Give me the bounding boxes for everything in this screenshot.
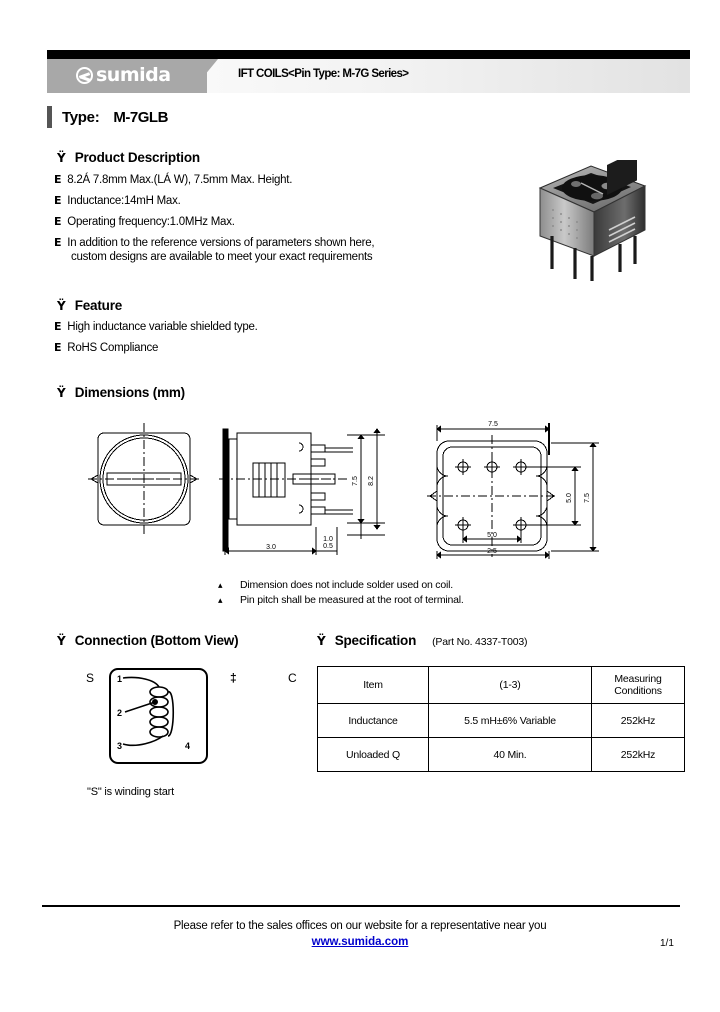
- type-tick-marker: [47, 106, 52, 128]
- dimensions-title: Dimensions (mm): [74, 385, 185, 400]
- specification-heading: Ÿ Specification (Part No. 4337-T003): [317, 633, 528, 648]
- list-item-text: High inductance variable shielded type.: [67, 321, 258, 333]
- column-header-conditions-line2: Conditions: [614, 685, 662, 697]
- list-item: E High inductance variable shielded type…: [54, 320, 454, 334]
- footer-website-link[interactable]: www.sumida.com: [0, 936, 720, 948]
- type-label: Type:: [62, 108, 100, 126]
- sumida-logo-text: sumida: [96, 64, 171, 86]
- list-item-text: Operating frequency:1.0MHz Max.: [67, 216, 235, 228]
- table-row: Unloaded Q 40 Min. 252kHz: [317, 737, 685, 772]
- dim-pin-pitch-x: 5.0: [487, 532, 497, 539]
- type-row: Type: M-7GLB: [47, 105, 168, 129]
- column-header-conditions-line1: Measuring: [614, 673, 662, 685]
- product-description-list: E 8.2Á 7.8mm Max.(LÁ W), 7.5mm Max. Heig…: [54, 173, 484, 265]
- feature-heading: Ÿ Feature: [57, 298, 122, 313]
- product-photo: [523, 150, 660, 282]
- list-item: E 8.2Á 7.8mm Max.(LÁ W), 7.5mm Max. Heig…: [54, 173, 484, 187]
- product-description-title: Product Description: [74, 150, 200, 165]
- column-header-conditions: Measuring Conditions: [591, 666, 685, 704]
- column-header-item: Item: [317, 666, 429, 704]
- banner-title: IFT COILS<Pin Type: M-7G Series>: [238, 68, 409, 80]
- connection-pin-2: 2: [117, 708, 122, 718]
- dim-pin-gap2: 0.5: [323, 543, 333, 550]
- datasheet-page: sumida IFT COILS<Pin Type: M-7G Series> …: [0, 0, 720, 1012]
- list-item: E RoHS Compliance: [54, 341, 454, 355]
- dim-side-depth: 3.0: [266, 544, 276, 551]
- connection-caption: "S" is winding start: [87, 786, 174, 798]
- bullet-square-icon: E: [54, 341, 62, 354]
- dim-pin-pitch-y: 5.0: [566, 493, 573, 503]
- cell-condition: 252kHz: [591, 703, 685, 738]
- dim-bottom-width: 7.5: [488, 421, 498, 428]
- connection-label-c: C: [288, 671, 297, 685]
- note-row: ▴ Dimension does not include solder used…: [218, 578, 464, 593]
- feature-title: Feature: [74, 298, 123, 313]
- table-row: Inductance 5.5 mH±6% Variable 252kHz: [317, 703, 685, 738]
- dim-side-height: 7.5: [352, 476, 359, 486]
- sumida-logo: sumida: [76, 64, 171, 86]
- dim-pin-span-x: 2.5: [487, 548, 497, 555]
- cell-condition: 252kHz: [591, 737, 685, 772]
- list-item-text: 8.2Á 7.8mm Max.(LÁ W), 7.5mm Max. Height…: [67, 174, 293, 186]
- note-text: Dimension does not include solder used o…: [240, 579, 453, 591]
- specification-table: Item (1-3) Measuring Conditions Inductan…: [317, 666, 685, 772]
- bullet-square-icon: E: [54, 236, 62, 249]
- connection-title: Connection (Bottom View): [74, 633, 239, 648]
- note-triangle-icon: ▴: [218, 594, 223, 605]
- connection-pin-1: 1: [117, 674, 122, 684]
- note-row: ▴ Pin pitch shall be measured at the roo…: [218, 593, 464, 608]
- section-marker-icon: Ÿ: [317, 634, 326, 648]
- bullet-square-icon: E: [54, 215, 62, 228]
- table-header-row: Item (1-3) Measuring Conditions: [317, 666, 685, 704]
- column-header-value: (1-3): [428, 666, 592, 704]
- type-value: M-7GLB: [113, 108, 168, 126]
- bullet-square-icon: E: [54, 194, 62, 207]
- cell-value: 40 Min.: [428, 737, 592, 772]
- dim-pin-gap: 1.0: [323, 536, 333, 543]
- list-item-text: RoHS Compliance: [67, 342, 159, 354]
- dimension-notes: ▴ Dimension does not include solder used…: [218, 578, 464, 607]
- dimension-drawings: 3.0 1.0 0.5 7.5 8.2 7.5 5.0 7.5 5.0 2.5: [85, 415, 630, 570]
- feature-list: E High inductance variable shielded type…: [54, 320, 454, 362]
- cell-item: Inductance: [317, 703, 429, 738]
- connection-pin-3: 3: [117, 741, 122, 751]
- dim-bottom-height: 7.5: [584, 493, 591, 503]
- header-top-rule: [47, 50, 690, 59]
- cell-value: 5.5 mH±6% Variable: [428, 703, 592, 738]
- list-item-text: In addition to the reference versions of…: [67, 237, 375, 249]
- section-marker-icon: Ÿ: [57, 299, 66, 313]
- list-item-text-continued: custom designs are available to meet you…: [71, 251, 373, 263]
- specification-title: Specification: [334, 633, 417, 648]
- connection-diagram: 1 2 3 4: [109, 668, 208, 764]
- header-logo-panel-slant: [190, 59, 218, 93]
- bullet-square-icon: E: [54, 173, 62, 186]
- connection-label-s: S: [86, 671, 95, 685]
- note-triangle-icon: ▴: [218, 580, 223, 590]
- connection-heading: Ÿ Connection (Bottom View): [57, 633, 239, 648]
- dimensions-heading: Ÿ Dimensions (mm): [57, 385, 185, 400]
- section-marker-icon: Ÿ: [57, 386, 66, 400]
- connection-pin-4: 4: [185, 741, 190, 751]
- footer-page-number: 1/1: [660, 938, 674, 949]
- product-description-heading: Ÿ Product Description: [57, 150, 200, 165]
- note-text: Pin pitch shall be measured at the root …: [240, 593, 464, 606]
- section-marker-icon: Ÿ: [57, 634, 66, 648]
- dim-front-height: 8.2: [368, 476, 375, 486]
- connection-label-x: ‡: [230, 671, 237, 685]
- bullet-square-icon: E: [54, 320, 62, 333]
- footer-text: Please refer to the sales offices on our…: [173, 920, 547, 932]
- list-item-text: Inductance:14mH Max.: [67, 195, 181, 207]
- specification-part-no: (Part No. 4337-T003): [432, 636, 528, 648]
- list-item: E Inductance:14mH Max.: [54, 194, 484, 208]
- footer-divider: [42, 905, 680, 907]
- section-marker-icon: Ÿ: [57, 151, 66, 165]
- sumida-logo-icon: [76, 66, 93, 84]
- cell-item: Unloaded Q: [317, 737, 429, 772]
- list-item: E Operating frequency:1.0MHz Max.: [54, 215, 484, 229]
- list-item: E In addition to the reference versions …: [54, 236, 484, 250]
